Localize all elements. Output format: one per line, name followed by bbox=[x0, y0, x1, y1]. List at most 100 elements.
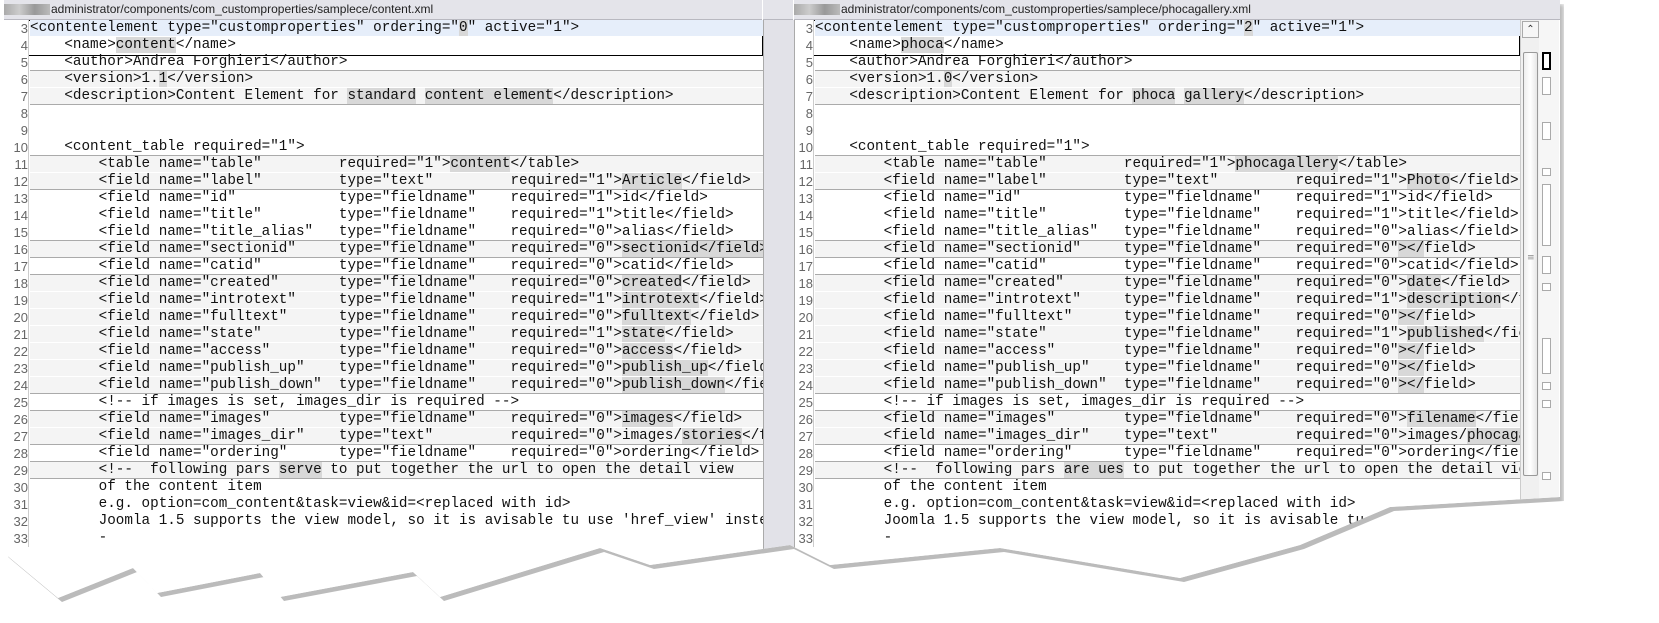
code-line[interactable]: 8 bbox=[10, 105, 763, 122]
code-line[interactable]: 29 <!-- following pars serve to put toge… bbox=[10, 461, 763, 479]
code-line[interactable]: 18 <field name="created" type="fieldname… bbox=[10, 274, 763, 292]
line-text: <field name="created" type="fieldname" r… bbox=[30, 274, 763, 291]
code-line[interactable]: 17 <field name="catid" type="fieldname" … bbox=[795, 258, 1520, 275]
text-segment: <field name="title_alias" type="fieldnam… bbox=[30, 224, 734, 240]
line-text: <author>Andrea Forghieri</author> bbox=[30, 54, 763, 70]
code-line[interactable]: 11 <table name="table" required="1">cont… bbox=[10, 155, 763, 173]
text-segment: field> bbox=[1424, 360, 1476, 376]
text-segment: <version>1. bbox=[815, 71, 944, 87]
code-line[interactable]: 16 <field name="sectionid" type="fieldna… bbox=[795, 240, 1520, 258]
code-line[interactable]: 21 <field name="state" type="fieldname" … bbox=[795, 326, 1520, 343]
code-line[interactable]: 25 <!-- if images is set, images_dir is … bbox=[795, 394, 1520, 411]
word-diff-highlight: description bbox=[1407, 292, 1502, 308]
vertical-scrollbar[interactable]: ⌃ ≡ bbox=[1520, 20, 1539, 598]
line-number: 8 bbox=[10, 105, 29, 122]
code-line[interactable]: 10 <content_table required="1"> bbox=[795, 139, 1520, 156]
code-line[interactable]: 12 <field name="label" type="text" requi… bbox=[10, 173, 763, 190]
text-segment: </table> bbox=[510, 156, 580, 172]
text-segment: <!-- following pars bbox=[815, 462, 1064, 478]
code-line[interactable]: 7 <description>Content Element for phoca… bbox=[795, 88, 1520, 105]
right-editor-pane[interactable]: 3 <contentelement type="customproperties"… bbox=[795, 20, 1520, 598]
code-line[interactable]: 33 - bbox=[795, 530, 1520, 547]
code-line[interactable]: 32 Joomla 1.5 supports the view model, s… bbox=[795, 513, 1520, 530]
code-line[interactable]: 4 <name>phoca</name> bbox=[795, 37, 1520, 54]
word-diff-highlight: stories bbox=[682, 428, 743, 444]
code-line[interactable]: 19 <field name="introtext" type="fieldna… bbox=[10, 292, 763, 309]
line-number: 16 bbox=[795, 241, 814, 258]
code-line[interactable]: 13 <field name="id" type="fieldname" req… bbox=[10, 190, 763, 207]
code-line[interactable]: 18 <field name="created" type="fieldname… bbox=[795, 274, 1520, 292]
code-line[interactable]: 6 <version>1.0</version> bbox=[795, 70, 1520, 88]
text-segment: field> bbox=[1424, 241, 1476, 257]
code-line[interactable]: 9 bbox=[795, 122, 1520, 139]
code-line[interactable]: 10 <content_table required="1"> bbox=[10, 139, 763, 156]
code-line[interactable]: 5 <author>Andrea Forghieri</author> bbox=[795, 54, 1520, 71]
code-line[interactable]: 8 bbox=[795, 105, 1520, 122]
code-line[interactable]: 11 <table name="table" required="1">phoc… bbox=[795, 155, 1520, 173]
text-segment: <field name="access" type="fieldname" re… bbox=[815, 343, 1399, 359]
line-text: <field name="label" type="text" required… bbox=[30, 173, 763, 190]
line-text: <!-- if images is set, images_dir is req… bbox=[815, 394, 1520, 410]
code-line[interactable]: 6 <version>1.1</version> bbox=[10, 70, 763, 88]
code-line[interactable]: 23 <field name="publish_up" type="fieldn… bbox=[795, 360, 1520, 377]
code-line[interactable]: 28 <field name="ordering" type="fieldnam… bbox=[10, 445, 763, 462]
code-line[interactable]: 9 bbox=[10, 122, 763, 139]
text-segment: <table name="table" required="1"> bbox=[815, 156, 1236, 172]
code-line[interactable]: 24 <field name="publish_down" type="fiel… bbox=[795, 377, 1520, 394]
code-line[interactable]: 31 e.g. option=com_content&task=view&id=… bbox=[10, 496, 763, 513]
code-line[interactable]: 29 <!-- following pars are ues to put to… bbox=[795, 461, 1520, 479]
code-line[interactable]: 22 <field name="access" type="fieldname"… bbox=[10, 343, 763, 360]
line-text: <field name="created" type="fieldname" r… bbox=[815, 274, 1520, 291]
code-line[interactable]: 4 <name>content</name> bbox=[10, 37, 763, 54]
code-line[interactable]: 21 <field name="state" type="fieldname" … bbox=[10, 326, 763, 343]
code-line[interactable]: 15 <field name="title_alias" type="field… bbox=[10, 224, 763, 241]
location-pane[interactable] bbox=[1539, 20, 1559, 598]
code-line[interactable]: 32 Joomla 1.5 supports the view model, s… bbox=[10, 513, 763, 530]
code-line[interactable]: 14 <field name="title" type="fieldname" … bbox=[10, 207, 763, 224]
code-line[interactable]: 3 <contentelement type="customproperties"… bbox=[795, 20, 1520, 37]
code-line[interactable]: 23 <field name="publish_up" type="fieldn… bbox=[10, 360, 763, 377]
line-number: 3 bbox=[10, 20, 29, 37]
code-line[interactable]: 28 <field name="ordering" type="fieldnam… bbox=[795, 445, 1520, 462]
code-line[interactable]: 26 <field name="images" type="fieldname"… bbox=[10, 410, 763, 428]
code-line[interactable]: 33 - bbox=[10, 530, 763, 547]
scrollbar-thumb[interactable]: ≡ bbox=[1523, 52, 1538, 476]
code-line[interactable]: 27 <field name="images_dir" type="text" … bbox=[795, 428, 1520, 445]
code-line[interactable]: 22 <field name="access" type="fieldname"… bbox=[795, 343, 1520, 360]
code-line[interactable]: 20 <field name="fulltext" type="fieldnam… bbox=[795, 309, 1520, 326]
code-line[interactable]: 19 <field name="introtext" type="fieldna… bbox=[795, 292, 1520, 309]
code-line[interactable]: 5 <author>Andrea Forghieri</author> bbox=[10, 54, 763, 71]
line-text: of the content item bbox=[815, 479, 1520, 495]
line-text: <field name="images_dir" type="text" req… bbox=[815, 428, 1520, 445]
code-line[interactable]: 16 <field name="sectionid" type="fieldna… bbox=[10, 240, 763, 258]
line-text: <description>Content Element for standar… bbox=[30, 88, 763, 105]
code-line[interactable]: 30 of the content item bbox=[10, 479, 763, 496]
line-text: <field name="state" type="fieldname" req… bbox=[30, 326, 763, 342]
code-line[interactable]: 31 e.g. option=com_content&task=view&id=… bbox=[795, 496, 1520, 513]
line-text: <!-- following pars serve to put togethe… bbox=[30, 461, 763, 479]
code-line[interactable]: 14 <field name="title" type="fieldname" … bbox=[795, 207, 1520, 224]
code-line[interactable]: 25 <!-- if images is set, images_dir is … bbox=[10, 394, 763, 411]
line-number: 28 bbox=[795, 445, 814, 462]
left-editor-pane[interactable]: 3 <contentelement type="customproperties"… bbox=[10, 20, 763, 598]
code-line[interactable]: 12 <field name="label" type="text" requi… bbox=[795, 173, 1520, 190]
code-line[interactable]: 17 <field name="catid" type="fieldname" … bbox=[10, 258, 763, 275]
text-segment: </field> bbox=[664, 326, 734, 342]
text-segment: to put together the url to open the deta… bbox=[321, 462, 734, 478]
code-line[interactable]: 30 of the content item bbox=[795, 479, 1520, 496]
code-line[interactable]: 13 <field name="id" type="fieldname" req… bbox=[795, 190, 1520, 207]
code-line[interactable]: 20 <field name="fulltext" type="fieldnam… bbox=[10, 309, 763, 326]
code-line[interactable]: 7 <description>Content Element for stand… bbox=[10, 88, 763, 105]
line-number: 20 bbox=[10, 309, 29, 326]
code-line[interactable]: 26 <field name="images" type="fieldname"… bbox=[795, 410, 1520, 428]
word-diff-highlight: standard bbox=[347, 88, 417, 104]
code-line[interactable]: 27 <field name="images_dir" type="text" … bbox=[10, 428, 763, 445]
code-line[interactable]: 3 <contentelement type="customproperties"… bbox=[10, 20, 763, 37]
code-line[interactable]: 15 <field name="title_alias" type="field… bbox=[795, 224, 1520, 241]
location-marker bbox=[1542, 77, 1551, 95]
code-line[interactable]: 24 <field name="publish_down" type="fiel… bbox=[10, 377, 763, 394]
chevron-up-icon[interactable]: ⌃ bbox=[1522, 21, 1539, 38]
text-segment: </table> bbox=[1338, 156, 1408, 172]
line-number: 9 bbox=[795, 122, 814, 139]
text-segment: <field name="catid" type="fieldname" req… bbox=[30, 258, 734, 274]
